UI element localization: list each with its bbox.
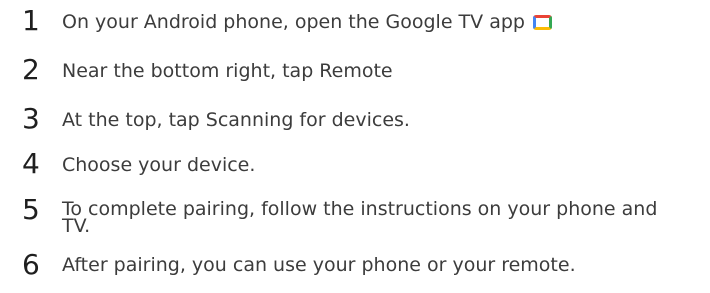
step-text: On your Android phone, open the Google T… — [62, 11, 525, 33]
step-number: 2 — [22, 53, 40, 86]
step-number: 4 — [22, 147, 40, 180]
step-text-wrapper: On your Android phone, open the Google T… — [62, 13, 552, 32]
instruction-steps: 1 On your Android phone, open the Google… — [0, 0, 710, 293]
step-number: 1 — [22, 4, 40, 37]
step-number: 3 — [22, 102, 40, 135]
step-text: To complete pairing, follow the instruct… — [62, 198, 658, 237]
google-tv-app-icon — [532, 15, 552, 30]
step-text: After pairing, you can use your phone or… — [62, 254, 576, 276]
step-text: At the top, tap Scanning for devices. — [62, 109, 410, 131]
step-text: Near the bottom right, tap Remote — [62, 60, 393, 82]
step-number: 6 — [22, 248, 40, 281]
step-number: 5 — [22, 193, 40, 226]
step-text: Choose your device. — [62, 154, 256, 176]
